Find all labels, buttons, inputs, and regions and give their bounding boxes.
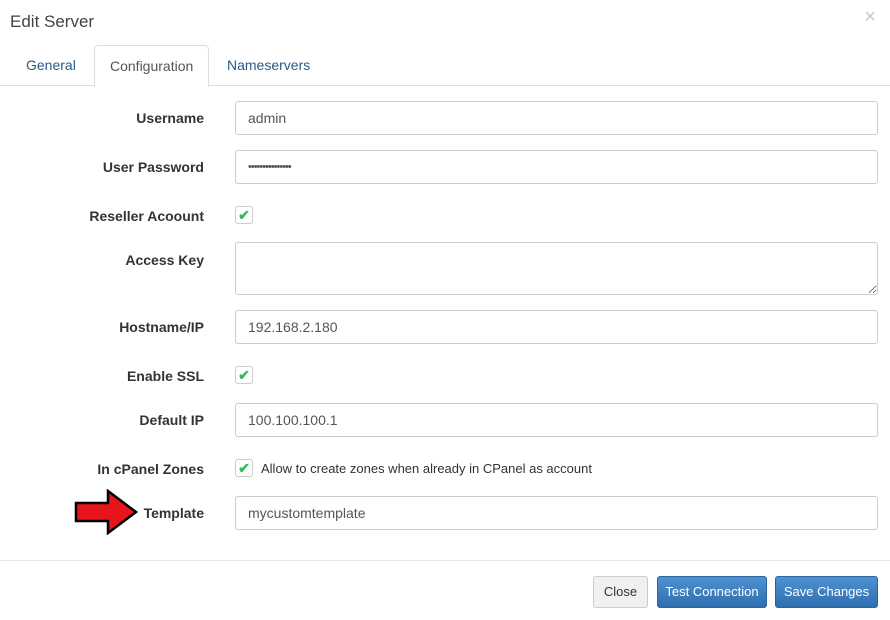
password-input[interactable]: ••••••••••••••• xyxy=(235,150,878,184)
close-icon[interactable]: × xyxy=(864,6,876,29)
footer-divider xyxy=(0,560,890,561)
cpanel-zones-checkbox[interactable]: ✔ xyxy=(235,459,253,477)
red-arrow-icon xyxy=(74,489,139,535)
ssl-label: Enable SSL xyxy=(126,368,204,384)
reseller-checkbox[interactable]: ✔ xyxy=(235,206,253,224)
hostname-input[interactable] xyxy=(235,310,878,344)
dialog-title: Edit Server xyxy=(10,12,95,31)
tab-bar: General Configuration Nameservers xyxy=(0,45,890,87)
access-key-textarea[interactable] xyxy=(235,242,878,295)
close-button[interactable]: Close xyxy=(593,576,648,608)
tab-general[interactable]: General xyxy=(11,45,91,86)
reseller-label: Reseller Acoount xyxy=(89,208,204,224)
default-ip-label: Default IP xyxy=(139,412,204,428)
username-input[interactable] xyxy=(235,101,878,135)
username-label: Username xyxy=(136,110,204,126)
access-key-label: Access Key xyxy=(125,252,204,268)
tab-configuration[interactable]: Configuration xyxy=(94,45,210,87)
tab-nameservers[interactable]: Nameservers xyxy=(212,45,325,86)
test-connection-button[interactable]: Test Connection xyxy=(657,576,767,608)
password-label: User Password xyxy=(102,159,204,175)
template-input[interactable] xyxy=(235,496,878,530)
cpanel-zones-text: Allow to create zones when already in CP… xyxy=(261,461,592,476)
ssl-checkbox[interactable]: ✔ xyxy=(235,366,253,384)
default-ip-input[interactable] xyxy=(235,403,878,437)
hostname-label: Hostname/IP xyxy=(119,319,204,335)
save-changes-button[interactable]: Save Changes xyxy=(775,576,878,608)
cpanel-zones-label: In cPanel Zones xyxy=(97,461,204,477)
template-label: Template xyxy=(143,505,204,521)
